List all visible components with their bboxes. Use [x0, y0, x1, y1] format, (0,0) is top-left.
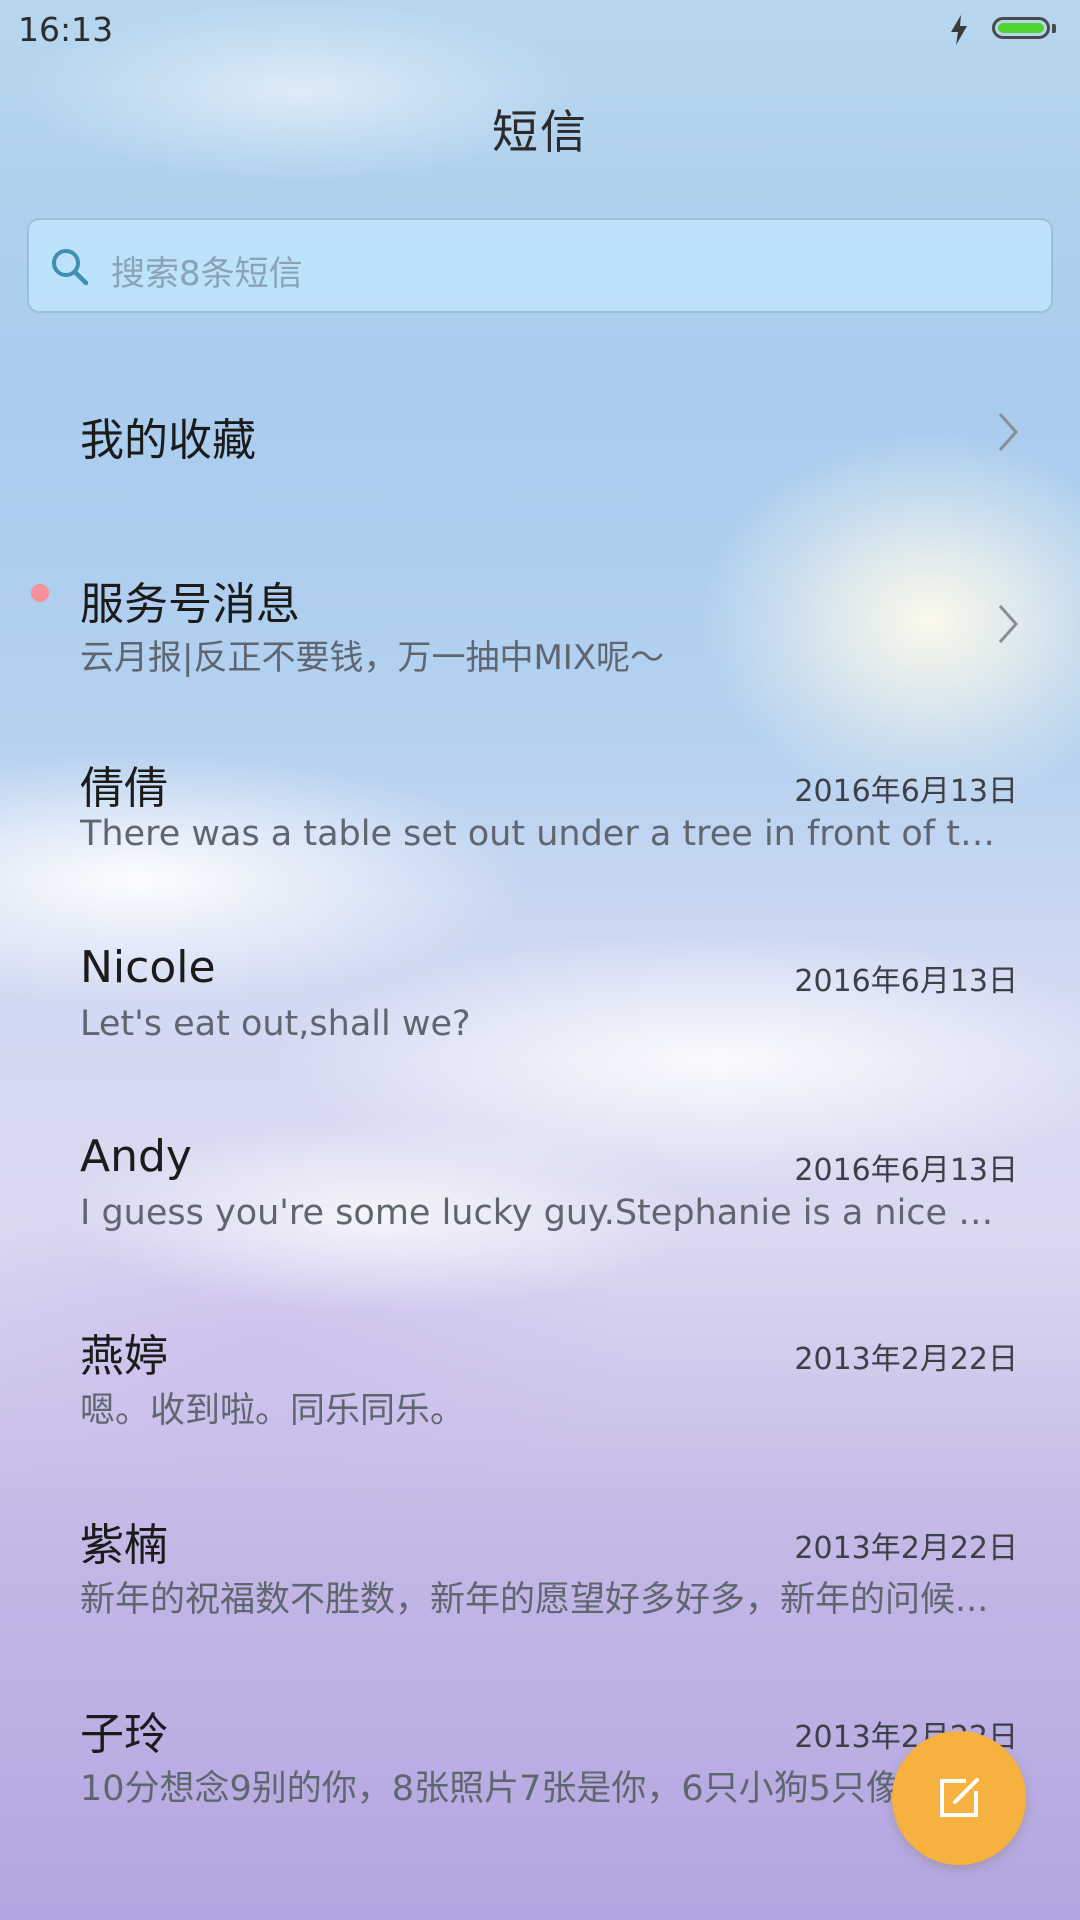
search-input[interactable]: 搜索8条短信: [27, 218, 1053, 313]
message-date: 2016年6月13日: [794, 964, 1018, 999]
conversation-item[interactable]: 燕婷 2013年2月22日 嗯。收到啦。同乐同乐。: [0, 1320, 1080, 1510]
message-date: 2016年6月13日: [794, 1153, 1018, 1188]
favorites-label: 我的收藏: [80, 415, 256, 466]
message-preview: 10分想念9别的你，8张照片7张是你，6只小狗5只像你: [80, 1769, 936, 1809]
unread-indicator: [31, 584, 49, 602]
message-preview: I guess you're some lucky guy.Stephanie …: [80, 1193, 1012, 1233]
chevron-right-icon: [998, 413, 1019, 451]
search-icon: [52, 249, 89, 286]
message-preview: There was a table set out under a tree i…: [80, 814, 1012, 854]
contact-name: 倩倩: [80, 763, 168, 814]
search-placeholder: 搜索8条短信: [111, 254, 303, 294]
contact-name: 子玲: [80, 1709, 168, 1760]
page-title: 短信: [492, 105, 588, 159]
status-bar: 16:13: [0, 0, 1080, 62]
battery-level: [998, 23, 1044, 33]
conversation-item[interactable]: 紫楠 2013年2月22日 新年的祝福数不胜数，新年的愿望好多好多，新年的问候.…: [0, 1509, 1080, 1699]
service-messages-subtitle: 云月报|反正不要钱，万一抽中MIX呢～: [80, 638, 665, 678]
contact-name: 紫楠: [80, 1520, 168, 1571]
battery-cap: [1052, 24, 1056, 33]
service-messages-title: 服务号消息: [80, 579, 300, 630]
contact-name: Nicole: [80, 942, 216, 993]
battery-icon: [992, 17, 1050, 39]
message-preview: Let's eat out,shall we?: [80, 1004, 471, 1044]
message-date: 2013年2月22日: [794, 1342, 1018, 1377]
status-time: 16:13: [18, 10, 114, 49]
conversation-item[interactable]: 倩倩 2016年6月13日 There was a table set out …: [0, 752, 1080, 942]
message-date: 2013年2月22日: [794, 1531, 1018, 1566]
compose-icon: [940, 1778, 979, 1817]
contact-name: 燕婷: [80, 1331, 168, 1382]
message-date: 2016年6月13日: [794, 774, 1018, 809]
chevron-right-icon: [998, 605, 1019, 643]
message-preview: 嗯。收到啦。同乐同乐。: [80, 1391, 466, 1431]
conversation-item[interactable]: Nicole 2016年6月13日 Let's eat out,shall we…: [0, 942, 1080, 1132]
charging-icon: [951, 15, 967, 45]
message-preview: 新年的祝福数不胜数，新年的愿望好多好多，新年的问候...: [80, 1580, 989, 1620]
conversation-item[interactable]: Andy 2016年6月13日 I guess you're some luck…: [0, 1131, 1080, 1321]
service-messages-row[interactable]: 服务号消息 云月报|反正不要钱，万一抽中MIX呢～: [0, 560, 1080, 680]
compose-button[interactable]: [892, 1731, 1026, 1865]
favorites-row[interactable]: 我的收藏: [0, 380, 1080, 480]
contact-name: Andy: [80, 1131, 192, 1182]
